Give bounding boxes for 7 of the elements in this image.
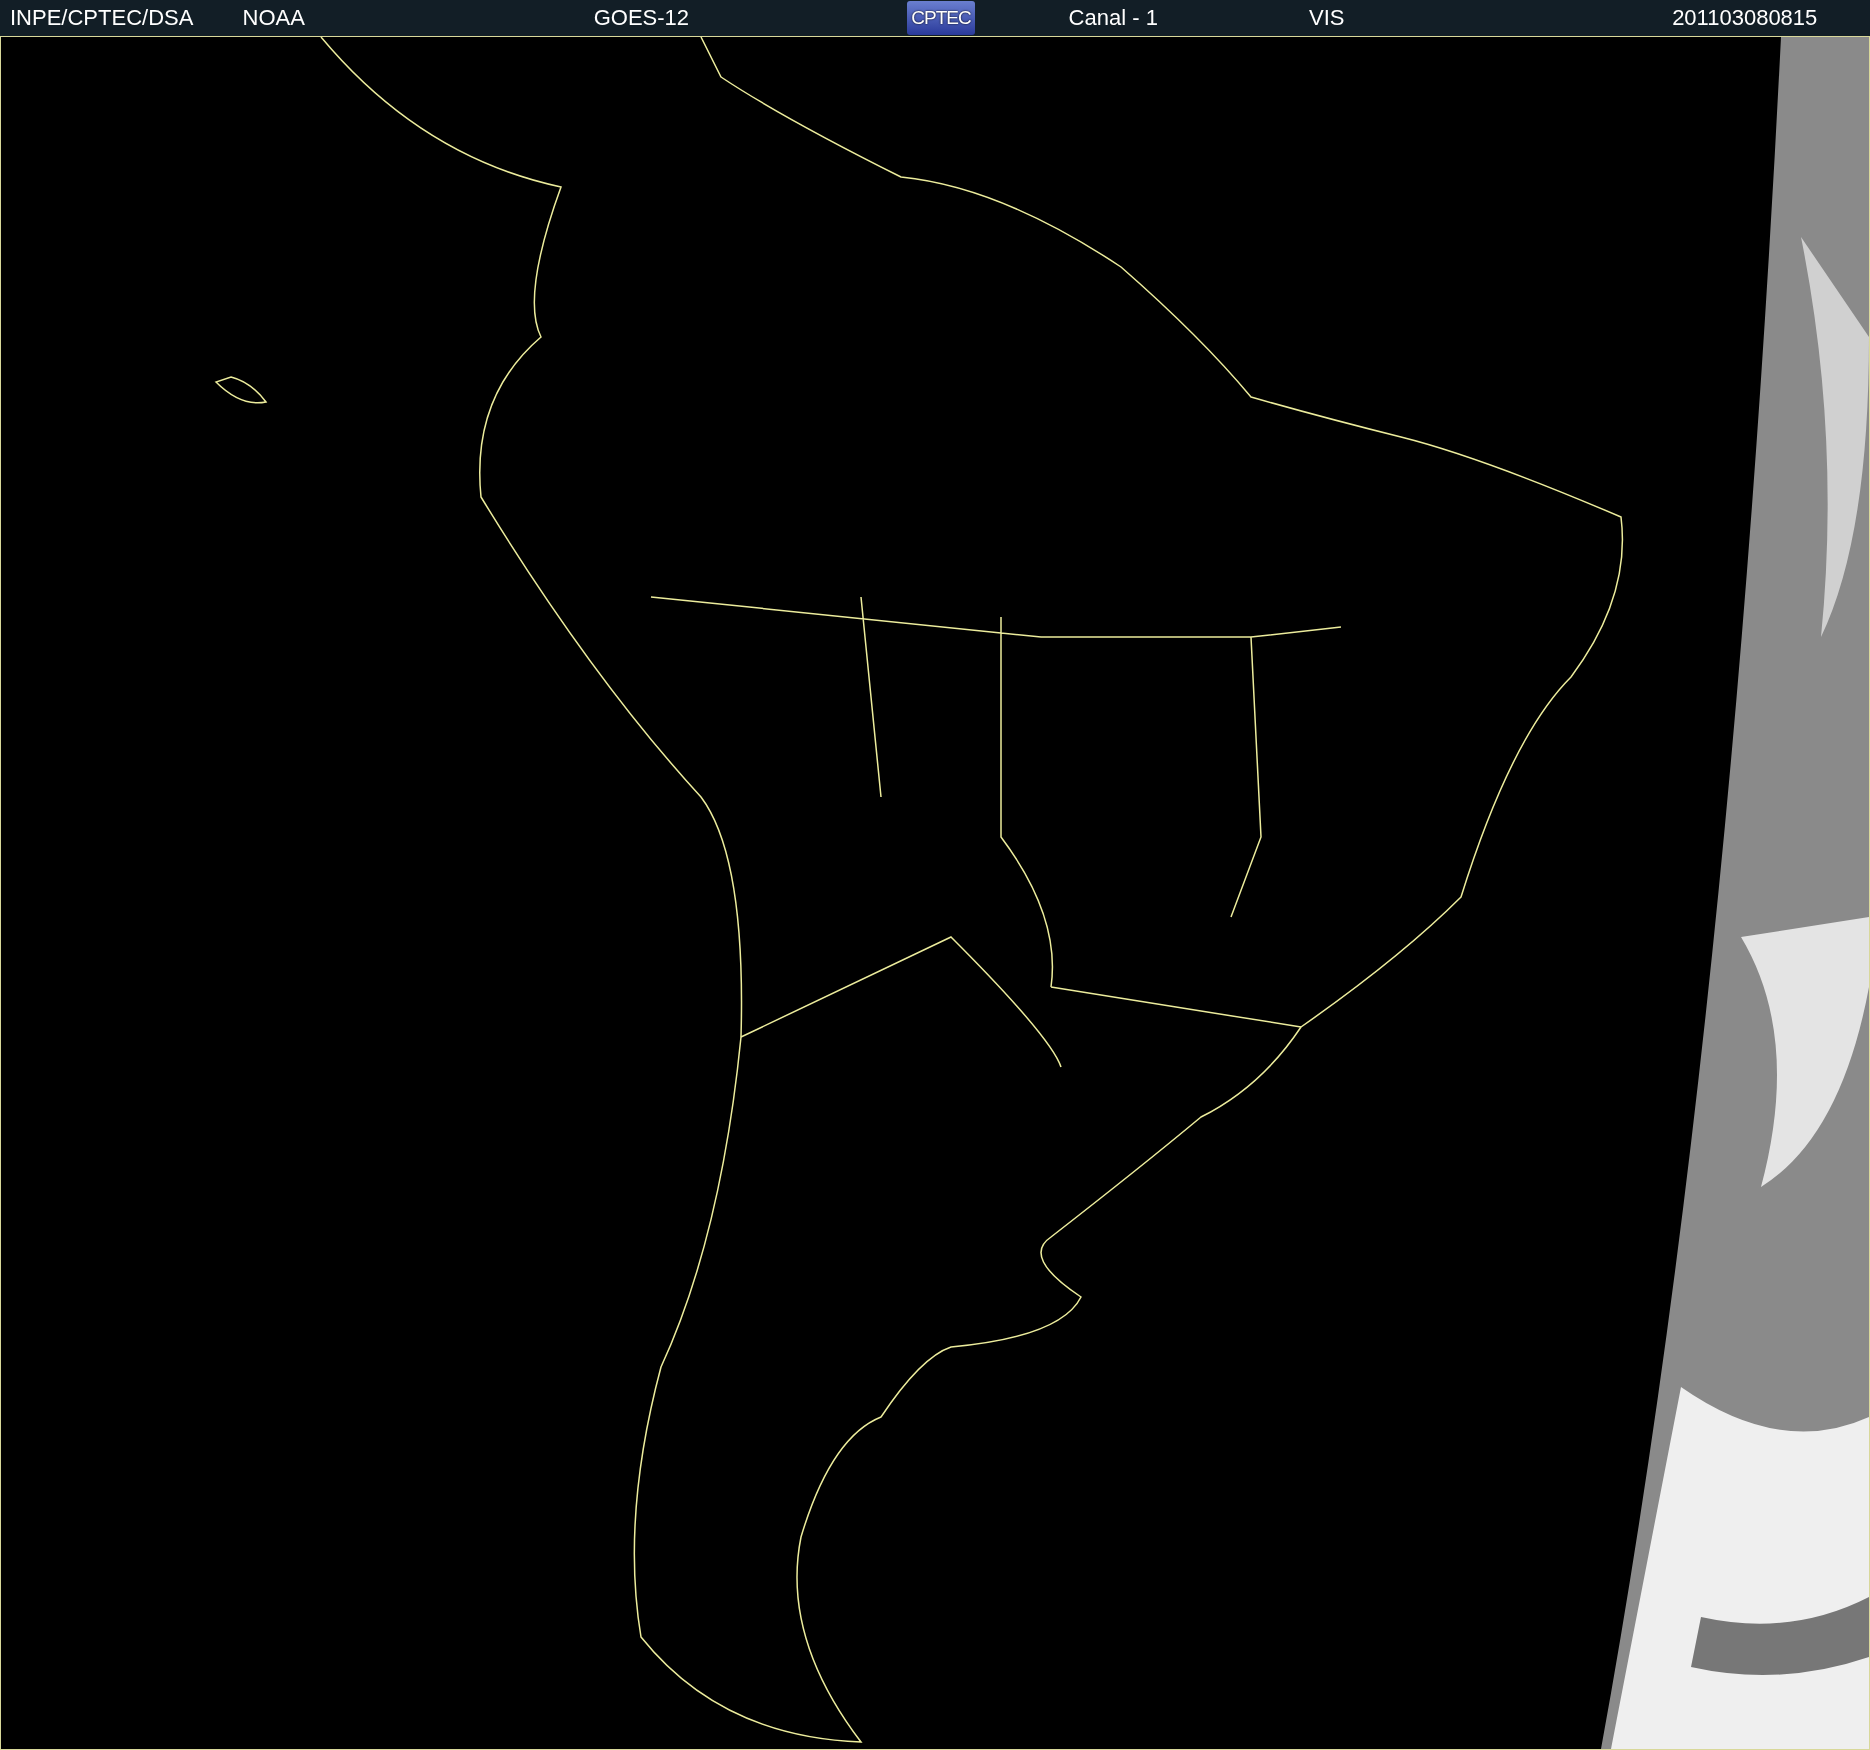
band-label: VIS [1309,5,1346,31]
satellite-label: GOES-12 [593,5,691,31]
source-label: INPE/CPTEC/DSA [9,5,195,31]
agency-label: NOAA [242,5,306,31]
cptec-logo: CPTEC [907,1,975,35]
timestamp-label: 201103080815 [1672,5,1819,31]
channel-label: Canal - 1 [1068,5,1159,31]
